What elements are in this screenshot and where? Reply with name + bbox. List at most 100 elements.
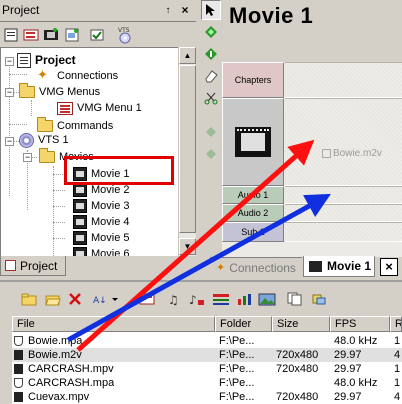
- tree-item-movie-4[interactable]: Movie 4: [73, 214, 130, 230]
- files-toolbar: A↓ ♫ ♪: [0, 284, 402, 314]
- new-slideshow-icon[interactable]: [64, 26, 82, 44]
- cell-file: CARCRASH.mpv: [28, 363, 114, 375]
- track-audio-2[interactable]: [285, 204, 402, 222]
- add-chapter-icon[interactable]: [201, 22, 221, 42]
- cell-fps: 29.97: [334, 391, 362, 403]
- menu-icon: [57, 101, 73, 115]
- vts-icon[interactable]: VTS: [114, 26, 136, 44]
- tab-connections[interactable]: ✦ Connections: [210, 257, 302, 277]
- track-label-chapters: Chapters: [222, 62, 284, 98]
- tab-movie-1[interactable]: Movie 1: [303, 256, 375, 277]
- tree-expander-project[interactable]: −: [5, 57, 14, 66]
- move-icon[interactable]: [201, 122, 221, 142]
- audio-file-icon[interactable]: ♪: [188, 290, 206, 308]
- new-movie-icon[interactable]: [42, 26, 60, 44]
- column-header-size[interactable]: Size: [272, 316, 330, 332]
- pin-icon[interactable]: ↑: [162, 5, 174, 17]
- open-folder-icon[interactable]: [44, 290, 62, 308]
- cell-file: Bowie.mpa: [28, 335, 83, 347]
- tool-strip: [200, 0, 222, 258]
- tab-connections-label: Connections: [229, 260, 296, 275]
- movie-title: Movie 1: [229, 3, 314, 28]
- tree-item-vts-1[interactable]: VTS 1: [19, 132, 69, 148]
- cell-fps: 29.97: [334, 363, 362, 375]
- eraser-icon[interactable]: [201, 66, 221, 86]
- cell-folder: F:\Pe...: [219, 377, 255, 389]
- tree-item-movie-label: Movie 6: [91, 248, 130, 256]
- tree-expander-movies[interactable]: −: [23, 153, 32, 162]
- tree-item-vmg-menus[interactable]: VMG Menus: [19, 83, 100, 100]
- column-header-fps[interactable]: FPS: [330, 316, 390, 332]
- cell-folder: F:\Pe...: [219, 391, 255, 403]
- cell-rate: 1: [394, 363, 401, 375]
- svg-text:♫: ♫: [168, 293, 179, 306]
- table-row[interactable]: Cuevax.mpv F:\Pe... 720x480 29.97 4: [12, 390, 402, 404]
- cell-rate: 1: [394, 335, 401, 347]
- project-icon: [17, 52, 31, 68]
- add-cell-icon[interactable]: [201, 44, 221, 64]
- properties-icon[interactable]: [88, 26, 106, 44]
- cell-file: Cuevax.mpv: [28, 391, 90, 403]
- close-tab-icon[interactable]: ×: [380, 258, 398, 276]
- film-icon: [309, 260, 322, 272]
- cell-rate: 4: [394, 391, 401, 403]
- import-video-icon[interactable]: [138, 290, 156, 308]
- tree-item-connections-label: Connections: [57, 70, 119, 82]
- link-icon[interactable]: [310, 290, 328, 308]
- tree-expander-vts-1[interactable]: −: [5, 137, 14, 146]
- cell-rate: 1: [394, 377, 401, 389]
- drop-clip-label: Bowie.m2v: [333, 148, 382, 159]
- chart-icon[interactable]: [236, 290, 254, 308]
- close-icon[interactable]: ×: [178, 4, 192, 18]
- tab-project[interactable]: Project: [0, 256, 66, 276]
- tree-item-movie-6[interactable]: Movie 6: [73, 246, 130, 256]
- copy-icon[interactable]: [286, 290, 304, 308]
- track-chapters[interactable]: [285, 62, 402, 98]
- table-row[interactable]: Bowie.mpa F:\Pe... 48.0 kHz 1: [12, 334, 402, 348]
- tree-expander-vmg-menus[interactable]: −: [5, 88, 14, 97]
- tree-scrollbar[interactable]: ▲ ▼: [178, 47, 196, 256]
- column-header-folder[interactable]: Folder: [215, 316, 272, 332]
- project-tree: − Project Connections − VMG Menus VMG Me…: [0, 47, 178, 256]
- nudge-icon[interactable]: [201, 144, 221, 164]
- movie-tracks: Chapters Audio 1 Audio 2 Sub 1: [222, 62, 402, 314]
- column-header-rate[interactable]: R: [390, 316, 402, 332]
- new-project-icon[interactable]: [2, 26, 20, 44]
- film-icon: [73, 199, 87, 213]
- scroll-up-icon[interactable]: ▲: [179, 47, 196, 64]
- track-subtitle-1[interactable]: [285, 222, 402, 242]
- table-row[interactable]: CARCRASH.mpa F:\Pe... 48.0 kHz 1: [12, 376, 402, 390]
- track-audio-1[interactable]: [285, 186, 402, 204]
- connections-tab-icon: ✦: [216, 262, 226, 274]
- new-folder-icon[interactable]: [20, 290, 38, 308]
- track-video[interactable]: [285, 98, 402, 186]
- table-row[interactable]: Bowie.m2v F:\Pe... 720x480 29.97 4: [12, 348, 402, 362]
- column-header-file[interactable]: File: [12, 316, 215, 332]
- delete-icon[interactable]: [66, 290, 84, 308]
- tree-item-movie-3[interactable]: Movie 3: [73, 198, 130, 214]
- files-table: File Folder Size FPS R Bowie.mpa F:\Pe..…: [12, 316, 402, 404]
- subtitle-icon[interactable]: [212, 290, 230, 308]
- new-menu-icon[interactable]: [22, 26, 40, 44]
- cell-folder: F:\Pe...: [219, 363, 255, 375]
- cut-icon[interactable]: [201, 88, 221, 108]
- music-icon[interactable]: ♫: [166, 290, 184, 308]
- tree-item-project[interactable]: Project: [17, 52, 76, 68]
- scroll-down-icon[interactable]: ▼: [179, 238, 196, 255]
- folder-icon: [19, 83, 35, 98]
- sort-icon[interactable]: A↓: [92, 290, 120, 308]
- clip-ghost-icon: [322, 149, 331, 158]
- arrow-icon[interactable]: [201, 0, 221, 20]
- tree-item-connections[interactable]: Connections: [37, 67, 119, 84]
- tree-item-movie-5[interactable]: Movie 5: [73, 230, 130, 246]
- drop-clip-preview[interactable]: Bowie.m2v: [322, 148, 382, 159]
- project-toolbar: VTS: [0, 24, 196, 46]
- tree-scrollbar-thumb[interactable]: [179, 65, 196, 233]
- cell-fps: 29.97: [334, 349, 362, 361]
- tab-project-label: Project: [20, 258, 58, 273]
- image-icon[interactable]: [258, 290, 276, 308]
- tree-item-vmg-menu-1[interactable]: VMG Menu 1: [57, 100, 142, 116]
- cell-folder: F:\Pe...: [219, 349, 255, 361]
- track-label-audio-2: Audio 2: [222, 204, 284, 222]
- table-row[interactable]: CARCRASH.mpv F:\Pe... 720x480 29.97 1: [12, 362, 402, 376]
